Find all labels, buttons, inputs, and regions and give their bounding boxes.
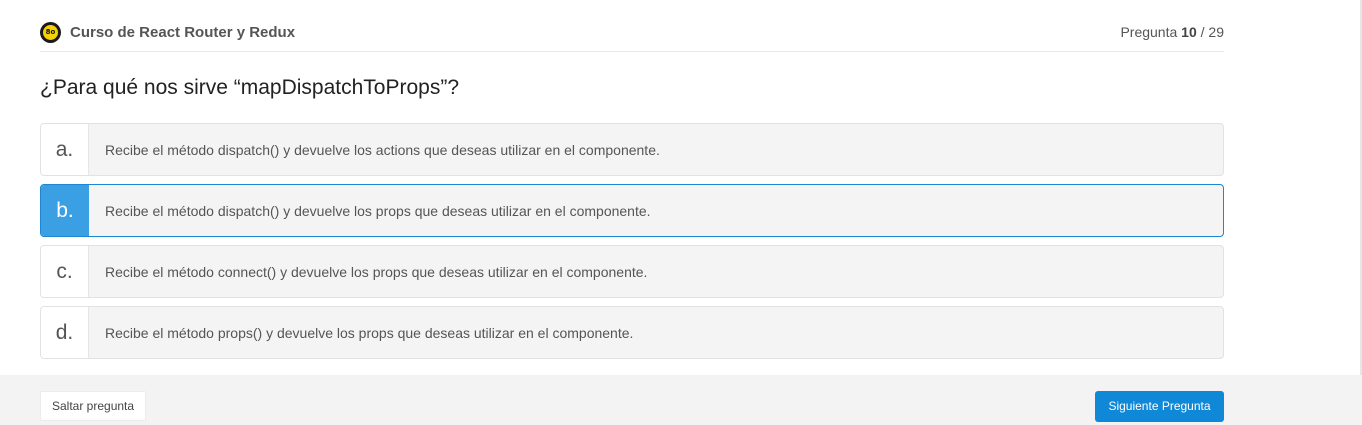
option-text: Recibe el método dispatch() y devuelve l… bbox=[105, 141, 660, 158]
skip-question-button[interactable]: Saltar pregunta bbox=[40, 391, 147, 421]
option-letter: d. bbox=[41, 307, 89, 358]
answer-option-d[interactable]: d. Recibe el método props() y devuelve l… bbox=[40, 306, 1224, 359]
course-logo-mark: 8o bbox=[43, 25, 58, 40]
option-letter: c. bbox=[41, 246, 89, 297]
course-title: Curso de React Router y Redux bbox=[70, 24, 296, 41]
counter-total: 29 bbox=[1208, 24, 1224, 40]
counter-separator: / bbox=[1196, 24, 1209, 40]
next-question-button[interactable]: Siguiente Pregunta bbox=[1095, 391, 1224, 422]
quiz-footer: Saltar pregunta Siguiente Pregunta bbox=[0, 375, 1362, 425]
option-letter: b. bbox=[41, 185, 89, 236]
option-letter: a. bbox=[41, 124, 89, 175]
quiz-header: 8o Curso de React Router y Redux Pregunt… bbox=[40, 14, 1224, 52]
option-text: Recibe el método props() y devuelve los … bbox=[105, 324, 634, 341]
answer-option-a[interactable]: a. Recibe el método dispatch() y devuelv… bbox=[40, 123, 1224, 176]
question-counter: Pregunta 10 / 29 bbox=[1120, 24, 1224, 40]
option-text: Recibe el método connect() y devuelve lo… bbox=[105, 263, 648, 280]
answer-option-c[interactable]: c. Recibe el método connect() y devuelve… bbox=[40, 245, 1224, 298]
answer-option-b[interactable]: b. Recibe el método dispatch() y devuelv… bbox=[40, 184, 1224, 237]
counter-current: 10 bbox=[1181, 24, 1197, 40]
course-brand: 8o Curso de React Router y Redux bbox=[40, 22, 295, 43]
answer-options: a. Recibe el método dispatch() y devuelv… bbox=[40, 123, 1224, 367]
question-text: ¿Para qué nos sirve “mapDispatchToProps”… bbox=[40, 76, 460, 99]
course-logo-icon: 8o bbox=[40, 22, 61, 43]
option-text: Recibe el método dispatch() y devuelve l… bbox=[105, 202, 651, 219]
counter-prefix: Pregunta bbox=[1120, 24, 1182, 40]
